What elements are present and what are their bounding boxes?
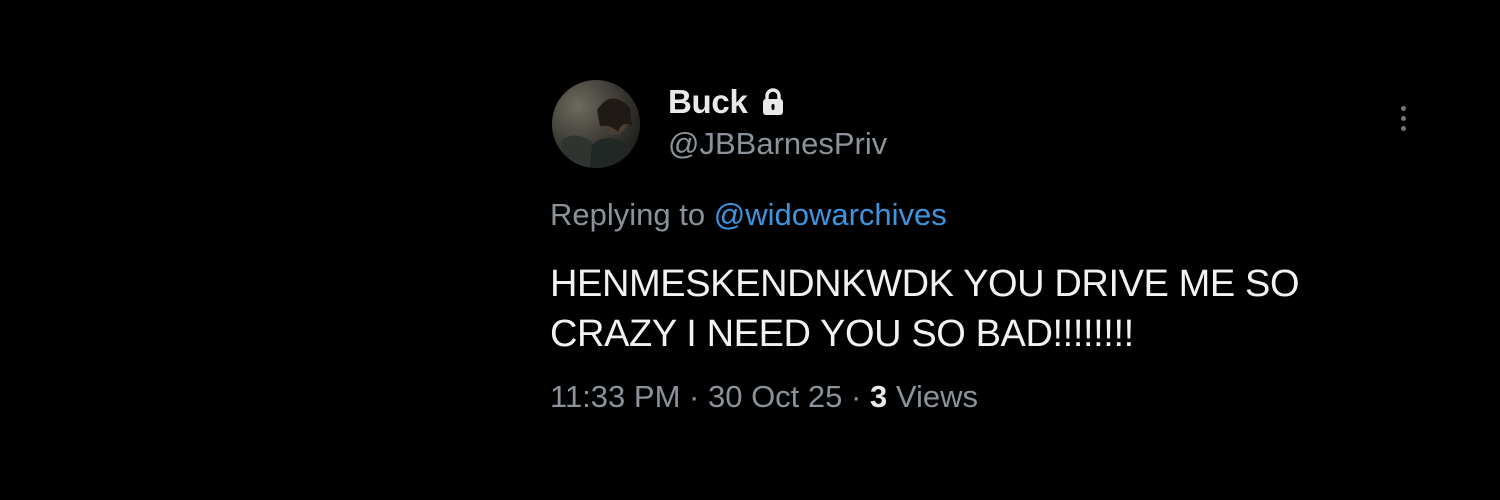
replying-to-mention[interactable]: @widowarchives: [714, 197, 947, 232]
tweet-text-line: CRAZY I NEED YOU SO BAD!!!!!!!!: [550, 313, 1134, 355]
tweet-text: HENMESKENDNKWDK YOU DRIVE ME SO CRAZY I …: [550, 259, 1410, 359]
views-count: 3: [869, 379, 888, 414]
author-handle[interactable]: @JBBarnesPriv: [668, 126, 887, 162]
tweet-text-line: HENMESKENDNKWDK YOU DRIVE ME SO: [550, 263, 1300, 305]
author-name-row: Buck: [668, 82, 786, 122]
tweet-date[interactable]: 30 Oct 25: [708, 379, 842, 414]
tweet-time[interactable]: 11:33 PM: [550, 379, 680, 414]
meta-separator: ·: [689, 379, 700, 414]
more-vertical-icon: [1400, 105, 1406, 111]
lock-icon: [760, 87, 786, 117]
tweet-detail: Buck @JBBarnesPriv Replying to @widowarc…: [550, 78, 1430, 417]
avatar-image: [552, 80, 640, 168]
more-dot: [1400, 115, 1406, 121]
avatar[interactable]: [552, 80, 640, 168]
more-options-button[interactable]: [1388, 96, 1418, 140]
replying-to-line: Replying to @widowarchives: [550, 195, 1430, 235]
replying-to-label: Replying to: [550, 197, 706, 232]
meta-separator: ·: [851, 379, 862, 414]
tweet-header: Buck @JBBarnesPriv: [550, 78, 1430, 172]
views-label: Views: [895, 379, 978, 414]
author-display-name[interactable]: Buck: [668, 83, 748, 121]
more-dot: [1400, 125, 1406, 131]
tweet-meta: 11:33 PM · 30 Oct 25 · 3 Views: [550, 377, 1430, 417]
